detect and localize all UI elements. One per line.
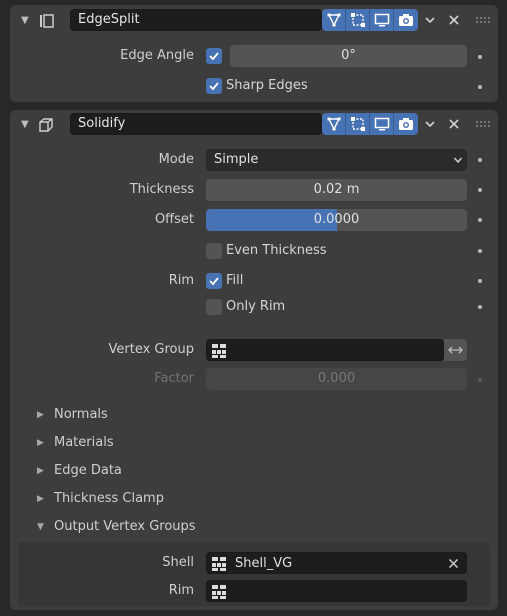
checkmark-icon xyxy=(209,82,219,91)
fill-label: Fill xyxy=(226,273,244,288)
solidify-modifier-panel: ▼ Solidify Mode Simple Thickness 0.02 m … xyxy=(10,110,498,610)
solidify-modifier-icon xyxy=(39,118,53,132)
monitor-icon xyxy=(374,13,389,27)
drag-handle-icon[interactable] xyxy=(476,121,490,127)
expand-triangle-icon[interactable]: ▶ xyxy=(37,489,44,509)
edge-angle-checkbox[interactable] xyxy=(206,48,222,64)
close-icon[interactable] xyxy=(444,113,464,135)
keyframe-dot-icon[interactable] xyxy=(478,305,482,309)
only-rim-label: Only Rim xyxy=(226,299,286,314)
keyframe-dot-icon[interactable] xyxy=(478,249,482,253)
factor-label: Factor xyxy=(154,371,194,386)
shell-label: Shell xyxy=(162,555,194,570)
keyframe-dot-icon[interactable] xyxy=(478,218,482,222)
render-toggle[interactable] xyxy=(394,113,418,135)
camera-icon xyxy=(399,118,413,130)
checkmark-icon xyxy=(209,277,219,286)
triangle-vertices-icon xyxy=(327,13,340,27)
collapse-triangle-icon[interactable]: ▼ xyxy=(21,14,29,28)
close-icon[interactable] xyxy=(444,9,464,31)
edge-angle-field[interactable]: 0° xyxy=(230,45,467,67)
mode-dropdown[interactable]: Simple xyxy=(206,149,467,171)
subpanel-normals[interactable]: Normals xyxy=(54,405,108,425)
modifier-visibility-toggles xyxy=(322,9,418,31)
edgesplit-modifier-icon xyxy=(40,14,54,28)
vertex-group-icon xyxy=(212,556,228,572)
edit-cage-toggle[interactable] xyxy=(322,9,346,31)
rim-vertex-group-field[interactable] xyxy=(206,580,467,602)
vertex-group-label: Vertex Group xyxy=(108,342,195,357)
collapse-triangle-icon[interactable]: ▼ xyxy=(21,118,29,132)
editmode-square-icon xyxy=(350,117,365,131)
sharp-edges-checkbox[interactable] xyxy=(206,78,222,94)
keyframe-dot-icon[interactable] xyxy=(478,188,482,192)
fill-checkbox[interactable] xyxy=(206,273,222,289)
edgesplit-modifier-panel: ▼ EdgeSplit Edge Angle 0° Sharp Edges xyxy=(10,5,498,102)
clear-icon[interactable] xyxy=(448,558,459,569)
expand-triangle-icon[interactable]: ▶ xyxy=(37,405,44,425)
keyframe-dot-icon[interactable] xyxy=(478,279,482,283)
shell-vertex-group-value: Shell_VG xyxy=(235,556,293,571)
thickness-field[interactable]: 0.02 m xyxy=(206,179,467,201)
expand-triangle-icon[interactable]: ▶ xyxy=(37,433,44,453)
modifier-name-field[interactable]: EdgeSplit xyxy=(70,9,322,31)
chevron-down-icon xyxy=(453,157,463,164)
factor-value: 0.000 xyxy=(317,371,356,386)
edge-angle-label: Edge Angle xyxy=(120,48,194,63)
thickness-label: Thickness xyxy=(129,182,194,197)
subpanel-thickness-clamp[interactable]: Thickness Clamp xyxy=(54,489,164,509)
render-toggle[interactable] xyxy=(394,9,418,31)
vertex-group-icon xyxy=(212,584,228,600)
shell-vertex-group-field[interactable]: Shell_VG xyxy=(206,552,467,574)
rim-vertex-group-label: Rim xyxy=(168,583,194,598)
vertex-group-field[interactable] xyxy=(206,339,444,361)
keyframe-dot-icon[interactable] xyxy=(478,158,482,162)
offset-value: 0.0000 xyxy=(313,212,360,227)
invert-vertex-group-button[interactable] xyxy=(444,339,467,361)
viewport-toggle[interactable] xyxy=(370,113,394,135)
factor-field[interactable]: 0.000 xyxy=(206,368,467,390)
vertex-group-icon xyxy=(212,343,228,359)
keyframe-dot-icon[interactable] xyxy=(478,85,482,89)
drag-handle-icon[interactable] xyxy=(476,17,490,23)
camera-icon xyxy=(399,14,413,26)
monitor-icon xyxy=(374,117,389,131)
double-arrow-icon xyxy=(448,346,463,354)
subpanel-output-vertex-groups[interactable]: Output Vertex Groups xyxy=(54,517,196,537)
chevron-down-icon[interactable] xyxy=(420,113,440,135)
triangle-vertices-icon xyxy=(327,117,340,131)
expand-triangle-icon[interactable]: ▶ xyxy=(37,461,44,481)
even-thickness-checkbox[interactable] xyxy=(206,243,222,259)
thickness-value: 0.02 m xyxy=(313,182,360,197)
modifier-visibility-toggles xyxy=(322,113,418,135)
edge-angle-value: 0° xyxy=(341,48,356,63)
keyframe-dot-icon[interactable] xyxy=(478,378,482,382)
even-thickness-label: Even Thickness xyxy=(226,243,327,258)
mode-value: Simple xyxy=(214,152,259,167)
edit-mode-toggle[interactable] xyxy=(346,113,370,135)
chevron-down-icon[interactable] xyxy=(420,9,440,31)
sharp-edges-label: Sharp Edges xyxy=(226,78,308,93)
keyframe-dot-icon[interactable] xyxy=(478,55,482,59)
editmode-square-icon xyxy=(350,13,365,27)
mode-label: Mode xyxy=(158,152,194,167)
modifier-name-field[interactable]: Solidify xyxy=(70,113,322,135)
viewport-toggle[interactable] xyxy=(370,9,394,31)
rim-label: Rim xyxy=(168,273,194,288)
only-rim-checkbox[interactable] xyxy=(206,299,222,315)
subpanel-edge-data[interactable]: Edge Data xyxy=(54,461,122,481)
collapse-triangle-icon[interactable]: ▼ xyxy=(37,517,44,537)
edit-mode-toggle[interactable] xyxy=(346,9,370,31)
checkmark-icon xyxy=(209,52,219,61)
edit-cage-toggle[interactable] xyxy=(322,113,346,135)
subpanel-materials[interactable]: Materials xyxy=(54,433,114,453)
offset-label: Offset xyxy=(154,212,194,227)
offset-slider[interactable]: 0.0000 xyxy=(206,209,467,231)
